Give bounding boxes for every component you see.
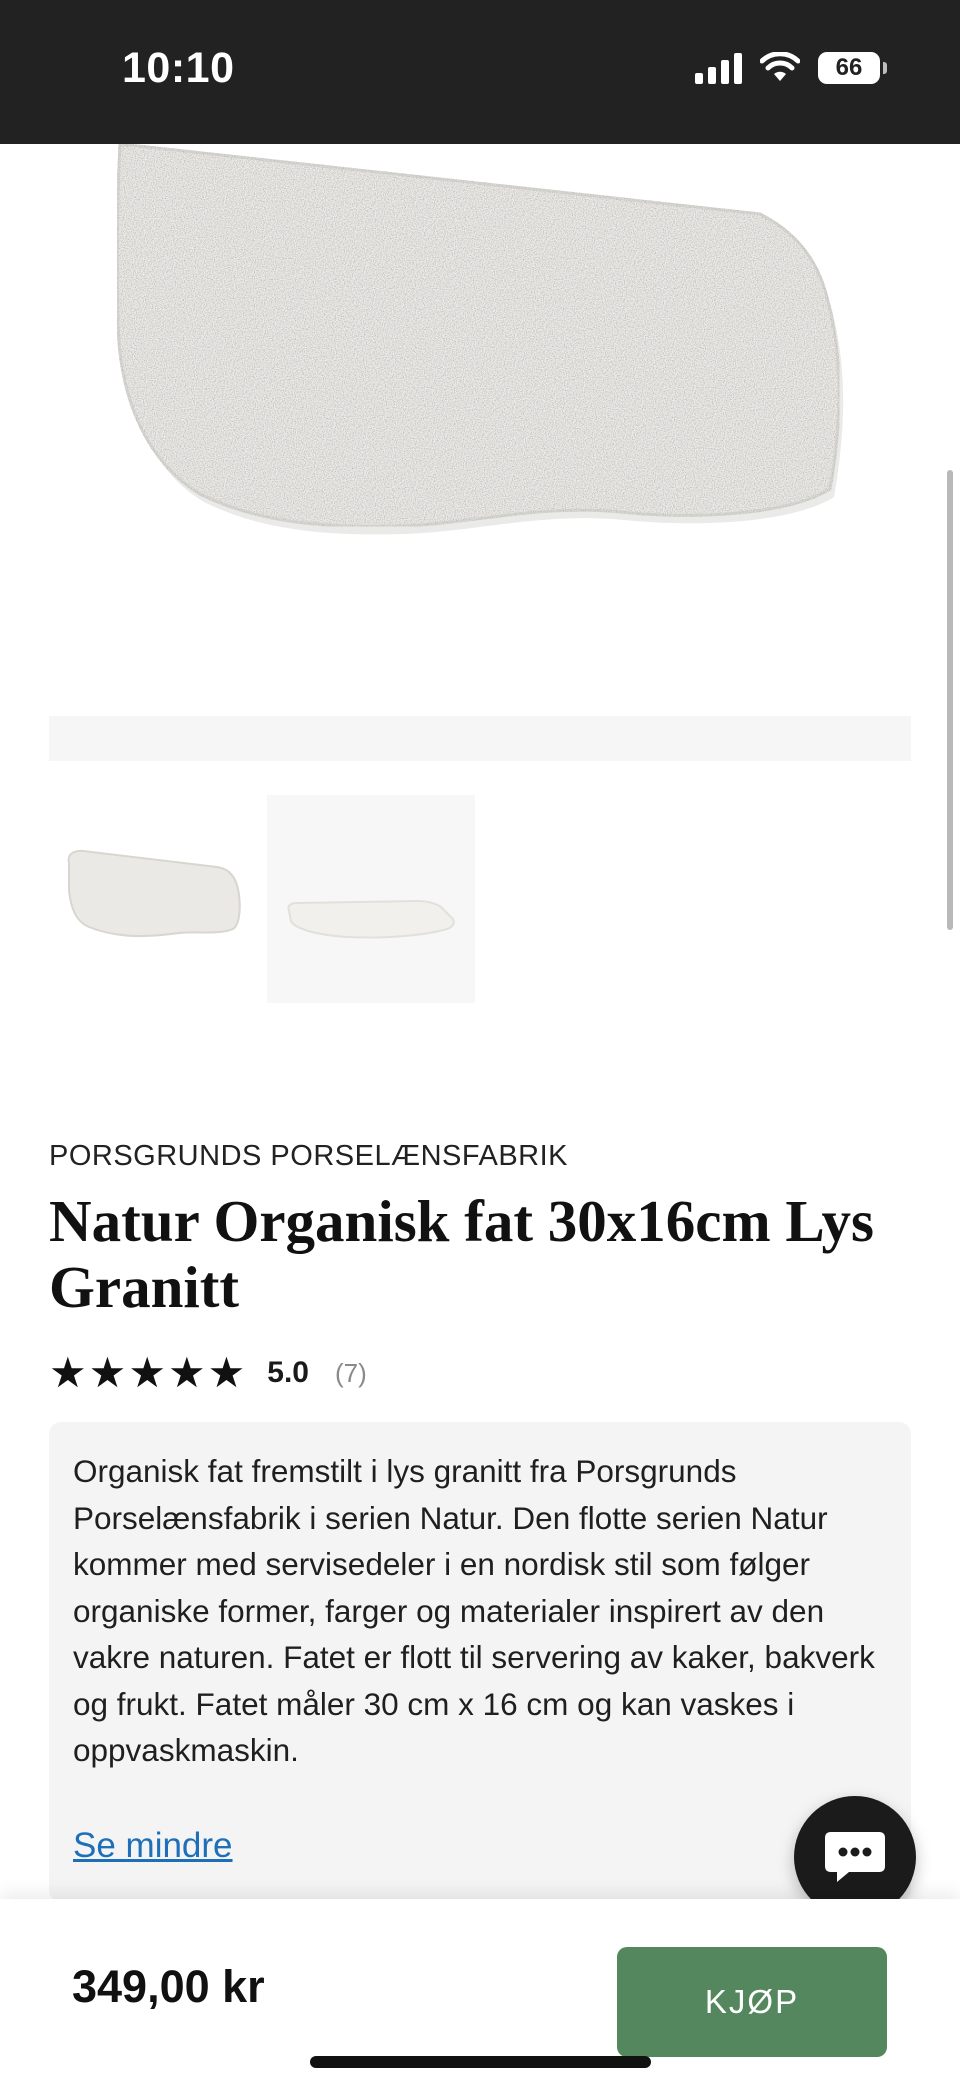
star-icon: ★ (88, 1349, 127, 1396)
brand-name[interactable]: PORSGRUNDS PORSELÆNSFABRIK (49, 1140, 568, 1173)
star-icon: ★ (207, 1349, 246, 1396)
rating-summary[interactable]: ★ ★ ★ ★ ★ 5.0 (7) (49, 1352, 367, 1394)
star-icon: ★ (128, 1349, 166, 1396)
battery-icon: 66 (818, 52, 887, 84)
home-indicator[interactable] (310, 2056, 651, 2068)
scrollbar[interactable] (947, 470, 953, 930)
thumbnail-side-view[interactable] (267, 795, 475, 1003)
star-icon: ★ (167, 1349, 206, 1396)
chat-bubble-icon (825, 1832, 885, 1882)
product-title: Natur Organisk fat 30x16cm Lys Granitt (49, 1188, 874, 1320)
rating-stars: ★ ★ ★ ★ ★ (49, 1352, 245, 1394)
status-bar: 10:10 66 (0, 0, 960, 144)
thumbnail-strip (49, 795, 475, 1003)
product-main-image[interactable] (0, 144, 960, 714)
thumbnail-platter-top-image (67, 849, 241, 938)
thumbnail-top-view[interactable] (49, 795, 257, 1003)
gallery-pager[interactable] (49, 716, 911, 761)
signal-icon (695, 52, 742, 84)
status-icons: 66 (695, 52, 887, 84)
description-box: Organisk fat fremstilt i lys granitt fra… (49, 1422, 911, 1902)
platter-image (115, 144, 844, 535)
purchase-bar: 349,00 kr KJØP (0, 1899, 960, 2081)
status-time: 10:10 (122, 44, 235, 92)
buy-button[interactable]: KJØP (617, 1947, 887, 2057)
battery-level: 66 (835, 54, 863, 81)
product-price: 349,00 kr (72, 1961, 265, 2012)
review-count: (7) (335, 1357, 367, 1388)
wifi-icon (760, 52, 800, 81)
rating-score: 5.0 (267, 1356, 309, 1389)
show-less-link[interactable]: Se mindre (73, 1826, 233, 1866)
thumbnail-platter-side-image (287, 899, 455, 939)
product-description: Organisk fat fremstilt i lys granitt fra… (73, 1453, 875, 1768)
star-icon: ★ (49, 1349, 87, 1396)
